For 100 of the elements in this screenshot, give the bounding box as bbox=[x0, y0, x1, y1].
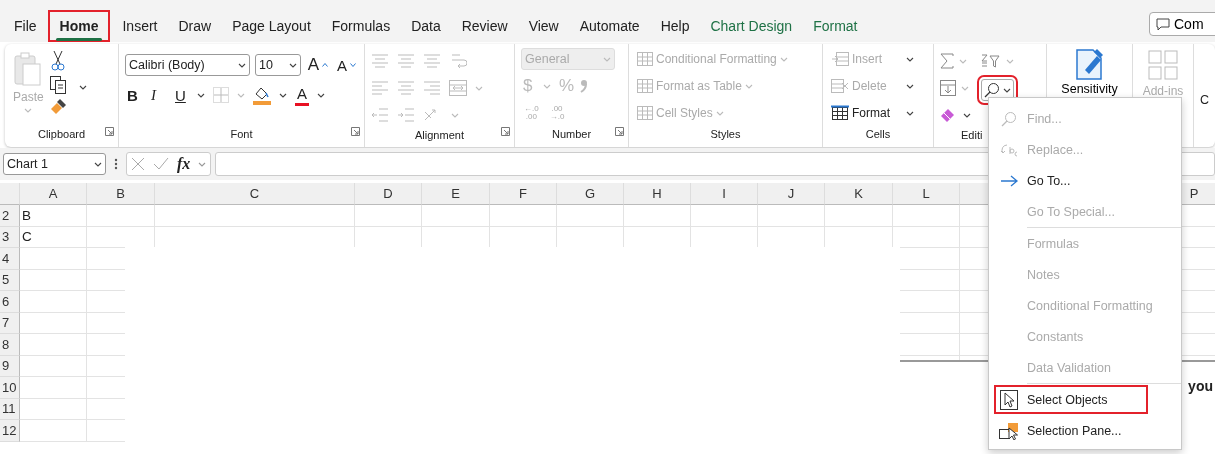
row-header[interactable]: 7 bbox=[0, 312, 20, 334]
group-label: Number bbox=[551, 127, 592, 142]
row-header[interactable]: 5 bbox=[0, 269, 20, 291]
column-header[interactable]: C bbox=[155, 183, 355, 205]
ribbon-tab[interactable]: Format bbox=[805, 12, 866, 40]
ribbon-tab[interactable]: Page Layout bbox=[224, 12, 319, 40]
ribbon-tab[interactable]: Chart Design bbox=[702, 12, 801, 40]
align-right-icon bbox=[423, 79, 441, 97]
row-header[interactable]: 8 bbox=[0, 334, 20, 356]
select-all-button[interactable] bbox=[0, 183, 20, 205]
row-header[interactable]: 11 bbox=[0, 398, 20, 420]
shrink-font-button[interactable]: A bbox=[335, 54, 358, 76]
table-icon bbox=[637, 52, 653, 66]
caret-icon bbox=[94, 161, 102, 167]
launcher-icon bbox=[351, 127, 360, 136]
caret-icon bbox=[237, 62, 246, 68]
format-painter-icon bbox=[49, 98, 68, 116]
caret-icon bbox=[78, 85, 87, 90]
group-label: Editi bbox=[961, 128, 983, 143]
font-name-dropdown[interactable]: Calibri (Body) bbox=[125, 54, 250, 76]
align-left-icon bbox=[371, 79, 389, 97]
merge-center-icon bbox=[449, 80, 467, 96]
caret-icon bbox=[906, 56, 914, 62]
menu-item[interactable]: Selection Pane... bbox=[989, 415, 1181, 446]
caret-icon bbox=[197, 92, 205, 98]
comments-button[interactable]: Com bbox=[1149, 12, 1215, 36]
caret-icon bbox=[317, 92, 325, 98]
decrease-indent-icon bbox=[371, 107, 389, 123]
insert-cells-icon bbox=[831, 52, 849, 66]
column-header[interactable]: L bbox=[893, 183, 960, 205]
font-size-dropdown[interactable]: 10 bbox=[254, 54, 301, 76]
row-header[interactable]: 10 bbox=[0, 377, 20, 399]
fill-color-icon bbox=[253, 85, 271, 105]
cells-button[interactable]: Format bbox=[829, 102, 901, 124]
ribbon-tab[interactable]: Formulas bbox=[323, 12, 399, 40]
sort-filter-icon bbox=[981, 53, 1001, 69]
grow-font-button[interactable]: A bbox=[305, 54, 330, 76]
row-header[interactable]: 3 bbox=[0, 226, 20, 248]
wrap-text-icon bbox=[449, 52, 467, 70]
column-header[interactable]: K bbox=[825, 183, 893, 205]
align-middle-icon bbox=[397, 52, 415, 70]
ribbon-tab[interactable]: Help bbox=[652, 12, 698, 40]
borders-icon bbox=[213, 87, 229, 103]
row-header[interactable]: 12 bbox=[0, 420, 20, 442]
row-header[interactable]: 2 bbox=[0, 205, 20, 227]
column-header[interactable]: E bbox=[422, 183, 490, 205]
sum-icon bbox=[940, 53, 954, 69]
underline-button[interactable]: U bbox=[173, 84, 189, 106]
name-box[interactable]: Chart 1 bbox=[3, 153, 106, 175]
align-center-icon bbox=[397, 79, 415, 97]
check-icon bbox=[153, 157, 169, 171]
menu-item[interactable]: Select Objects bbox=[993, 384, 1149, 415]
column-header[interactable]: F bbox=[490, 183, 557, 205]
column-header[interactable]: B bbox=[87, 183, 155, 205]
row-header[interactable]: 9 bbox=[0, 355, 20, 377]
row-header[interactable]: 4 bbox=[0, 248, 20, 270]
group-label: Font bbox=[230, 127, 253, 142]
caret-icon bbox=[715, 110, 724, 116]
ribbon-tab[interactable]: File bbox=[6, 12, 45, 40]
column-header[interactable]: A bbox=[20, 183, 87, 205]
down-caret-icon bbox=[350, 63, 356, 67]
comma-style-icon bbox=[579, 79, 589, 93]
ribbon-tab[interactable]: Data bbox=[403, 12, 449, 40]
ribbon-tab[interactable]: View bbox=[520, 12, 567, 40]
group-label: Styles bbox=[710, 127, 741, 142]
table-cell: B bbox=[20, 205, 87, 227]
menu-item[interactable]: Go To... bbox=[989, 165, 1181, 196]
comment-icon bbox=[1156, 17, 1170, 31]
ribbon-button-label: C bbox=[1200, 93, 1210, 107]
group-label: Cells bbox=[865, 127, 891, 142]
up-caret-icon bbox=[322, 63, 328, 67]
caret-icon bbox=[961, 85, 969, 91]
caret-icon bbox=[1003, 87, 1011, 93]
caret-icon bbox=[279, 92, 287, 98]
ribbon-tab[interactable]: Draw bbox=[170, 12, 220, 40]
bold-button[interactable]: B bbox=[125, 84, 141, 106]
replace-icon bbox=[1000, 141, 1018, 158]
align-top-icon bbox=[371, 52, 389, 70]
clipboard-icon bbox=[14, 52, 43, 86]
launcher-icon bbox=[615, 127, 624, 136]
ribbon-tab[interactable]: Automate bbox=[571, 12, 648, 40]
column-header[interactable]: J bbox=[758, 183, 825, 205]
ribbon-tab[interactable]: Insert bbox=[114, 12, 166, 40]
increase-indent-icon bbox=[397, 107, 415, 123]
caret-icon bbox=[237, 92, 245, 98]
italic-button[interactable]: I bbox=[149, 84, 165, 106]
row-header[interactable]: 6 bbox=[0, 291, 20, 313]
column-header[interactable]: I bbox=[691, 183, 758, 205]
column-header[interactable]: D bbox=[355, 183, 422, 205]
column-header[interactable]: H bbox=[624, 183, 691, 205]
insert-function-button[interactable]: fx bbox=[177, 155, 191, 173]
group-label: Clipboard bbox=[37, 127, 86, 142]
copy-icon bbox=[49, 76, 66, 94]
font-color-button[interactable]: A bbox=[295, 84, 309, 106]
sensitivity-icon bbox=[1074, 46, 1105, 80]
ribbon-tab[interactable]: Home bbox=[47, 10, 111, 42]
column-header[interactable]: G bbox=[557, 183, 624, 205]
ribbon-tab[interactable]: Review bbox=[453, 12, 516, 40]
caret-icon bbox=[603, 56, 611, 62]
launcher-icon bbox=[105, 127, 114, 136]
